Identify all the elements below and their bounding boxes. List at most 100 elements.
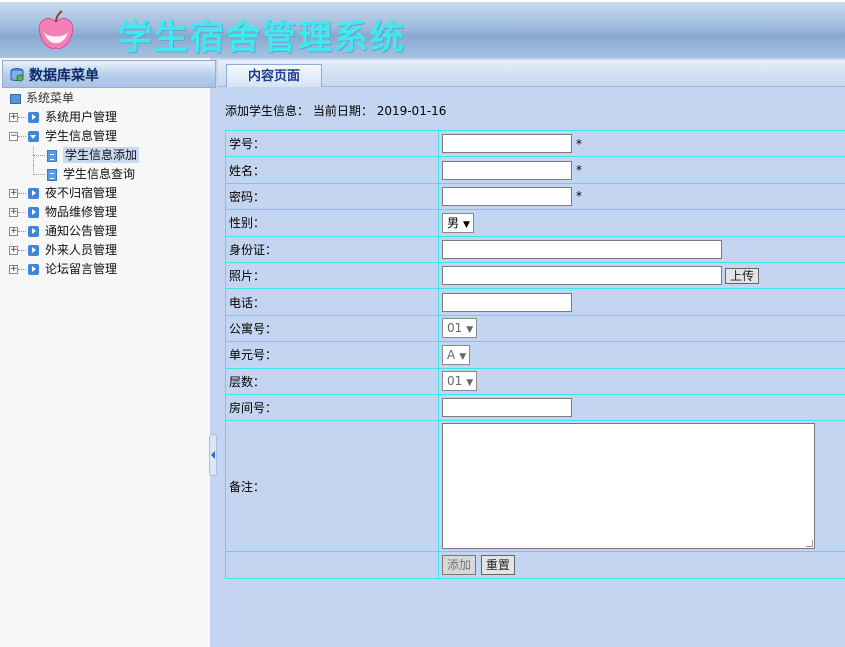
floor-select[interactable]: 01 ▼ [442,371,478,392]
sidebar-subitem-label: 学生信息添加 [63,147,140,163]
apple-logo-icon [38,10,74,49]
apartment-value: 01 [447,321,463,336]
form-info-line: 添加学生信息： 当前日期： 2019-01-16 [225,102,446,119]
dropdown-arrow-icon: ▼ [466,378,474,389]
app-header: 学生宿舍管理系统 [0,0,845,58]
sidebar-subitem-label: 学生信息查询 [63,167,136,181]
form-row: 身份证： [225,235,845,263]
collapse-icon[interactable]: − [9,132,18,141]
sidebar-title-label: 数据库菜单 [29,68,99,84]
floor-value: 01 [447,374,463,389]
password-input[interactable] [442,186,572,206]
phone-label: 电话： [225,288,439,316]
sidebar-title: 数据库菜单 [2,60,216,88]
sidebar-subitem-student-add[interactable]: 学生信息添加 [8,146,140,165]
sidebar-item-label: 论坛留言管理 [45,262,118,276]
form-row: 备注： [225,420,845,553]
folder-icon [28,188,39,199]
room-input[interactable] [442,398,572,418]
form-heading: 添加学生信息： [225,104,310,118]
unit-value: A [447,347,456,362]
folder-icon [28,245,39,256]
form-row: 电话： [225,288,845,316]
required-mark: * [576,189,582,204]
sidebar-item-label: 系统用户管理 [45,110,118,124]
floor-label: 层数： [225,367,439,395]
sidebar-item-visitors[interactable]: + 外来人员管理 [8,241,139,260]
student-form: 学号： * 姓名： * 密码： * 性别： 男 ▼ 身份证： 照片： 上传 电话：… [225,129,845,579]
sidebar-item-label: 物品维修管理 [45,205,118,219]
sidebar-subitem-student-query[interactable]: 学生信息查询 [8,165,139,184]
upload-button[interactable]: 上传 [725,267,760,284]
sidebar-item-label: 学生信息管理 [45,129,118,143]
app-title: 学生宿舍管理系统 [118,18,406,58]
unit-label: 单元号： [225,341,439,369]
folder-icon [28,207,39,218]
expand-icon[interactable]: + [9,208,18,217]
database-icon [10,68,24,82]
id-card-label: 身份证： [225,235,439,263]
student-id-label: 学号： [225,129,439,158]
menu-tree: 系统菜单 + 系统用户管理 − 学生信息管理 学生信息添加 学生信息查询 + 夜… [8,90,140,279]
dropdown-arrow-icon: ▼ [463,219,470,230]
remarks-textarea[interactable] [442,423,815,550]
folder-icon [28,112,39,123]
gender-select[interactable]: 男 ▼ [442,212,474,233]
current-date: 2019-01-16 [376,104,447,118]
remarks-label: 备注： [225,420,439,553]
folder-icon [28,226,39,237]
tab-content-page[interactable]: 内容页面 [226,64,322,87]
photo-label: 照片： [225,261,439,290]
gender-value: 男 [447,215,460,230]
sidebar: 数据库菜单 系统菜单 + 系统用户管理 − 学生信息管理 学生信息添加 学生信息… [0,58,216,647]
required-mark: * [576,136,582,151]
gender-label: 性别： [225,209,439,237]
add-button[interactable]: 添加 [442,554,477,575]
form-row: 单元号： A ▼ [225,341,845,369]
dropdown-arrow-icon: ▼ [459,351,467,362]
form-row: 添加 重置 [225,551,845,579]
form-row: 公寓号： 01 ▼ [225,314,845,343]
sidebar-item-notices[interactable]: + 通知公告管理 [8,222,139,241]
sidebar-item-label: 外来人员管理 [45,243,118,257]
password-label: 密码： [225,182,439,211]
date-label: 当前日期： [312,104,373,118]
sidebar-item-system-users[interactable]: + 系统用户管理 [8,108,139,127]
apartment-select[interactable]: 01 ▼ [442,318,478,339]
expand-icon[interactable]: + [9,265,18,274]
expand-icon[interactable]: + [9,227,18,236]
expand-icon[interactable]: + [9,189,18,198]
photo-input[interactable] [442,266,722,286]
sidebar-item-label: 夜不归宿管理 [45,186,118,200]
sidebar-collapse-handle[interactable] [209,434,217,476]
document-icon [47,169,57,181]
sidebar-item-label: 通知公告管理 [45,224,118,238]
unit-select[interactable]: A ▼ [442,344,471,365]
form-row: 姓名： * [225,156,845,184]
phone-input[interactable] [442,292,572,312]
folder-icon [28,264,39,275]
sidebar-item-repairs[interactable]: + 物品维修管理 [8,203,139,222]
room-label: 房间号： [225,393,439,422]
name-label: 姓名： [225,156,439,184]
required-mark: * [576,163,582,178]
root-folder-icon [10,94,21,104]
expand-icon[interactable]: + [9,246,18,255]
expand-icon[interactable]: + [9,113,18,122]
form-row: 密码： * [225,182,845,211]
reset-button[interactable]: 重置 [480,554,515,575]
student-id-input[interactable] [442,134,572,154]
tree-root-label: 系统菜单 [26,91,75,105]
form-row: 性别： 男 ▼ [225,209,845,237]
tab-bar: 内容页面 [218,60,845,87]
folder-open-icon [28,131,39,142]
name-input[interactable] [442,160,572,180]
sidebar-item-student-info[interactable]: − 学生信息管理 [8,127,139,146]
form-row: 房间号： [225,393,845,422]
dropdown-arrow-icon: ▼ [466,325,474,336]
sidebar-item-forum[interactable]: + 论坛留言管理 [8,260,139,279]
tree-root: 系统菜单 [8,90,139,108]
id-card-input[interactable] [442,239,722,259]
apartment-label: 公寓号： [225,314,439,343]
sidebar-item-night-absence[interactable]: + 夜不归宿管理 [8,184,139,203]
